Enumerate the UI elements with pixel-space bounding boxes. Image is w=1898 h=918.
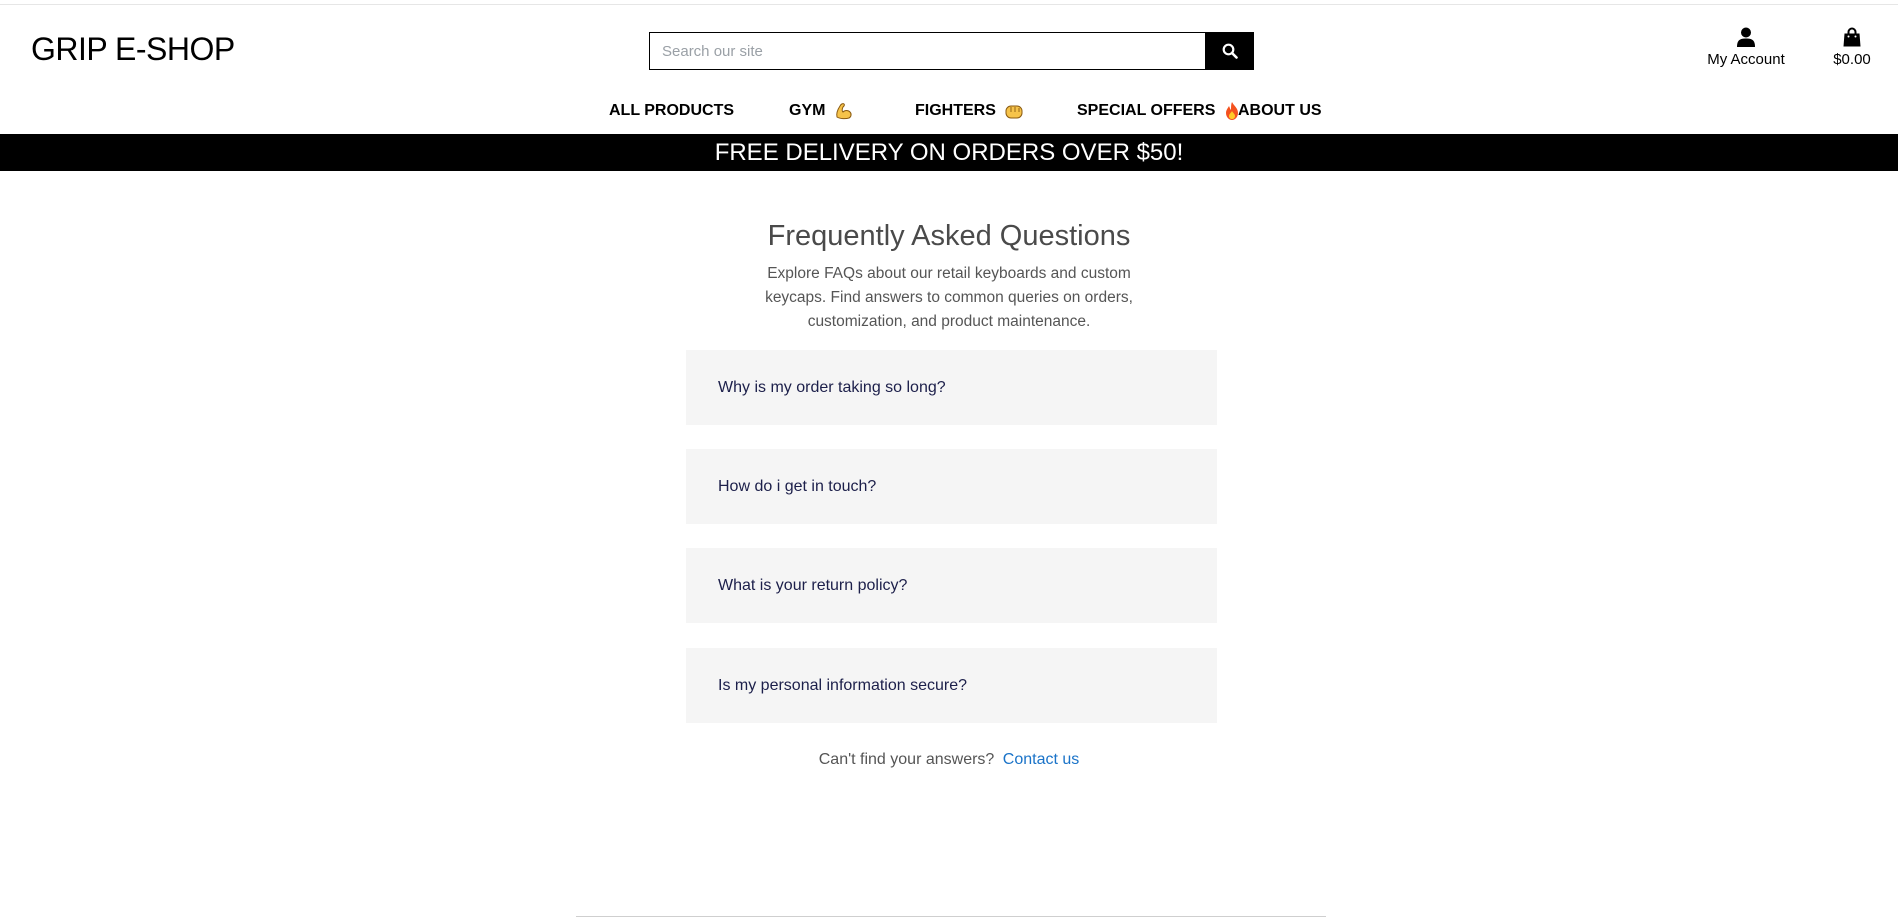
faq-item-order-time[interactable]: Why is my order taking so long?	[686, 350, 1217, 425]
nav-item-about-us[interactable]: ABOUT US	[1238, 96, 1322, 126]
faq-item-personal-info[interactable]: Is my personal information secure?	[686, 648, 1217, 723]
site-logo[interactable]: GRIP E-SHOP	[31, 29, 235, 69]
faq-question: What is your return policy?	[718, 576, 908, 594]
my-account-link[interactable]: My Account	[1696, 27, 1796, 69]
nav-item-special-offers[interactable]: SPECIAL OFFERS	[1077, 96, 1240, 126]
contact-us-link[interactable]: Contact us	[1003, 751, 1079, 768]
user-icon	[1737, 27, 1755, 47]
nav-item-label: FIGHTERS	[915, 102, 996, 119]
faq-item-return-policy[interactable]: What is your return policy?	[686, 548, 1217, 623]
search-button[interactable]	[1205, 32, 1254, 70]
nav-item-gym[interactable]: GYM	[789, 96, 854, 126]
contact-prompt-line: Can't find your answers? Contact us	[0, 749, 1898, 771]
oncoming-fist-icon	[1005, 105, 1023, 119]
nav-item-label: SPECIAL OFFERS	[1077, 102, 1216, 119]
faq-question: How do i get in touch?	[718, 477, 877, 495]
faq-question: Is my personal information secure?	[718, 676, 967, 694]
free-delivery-banner: FREE DELIVERY ON ORDERS OVER $50!	[0, 134, 1898, 171]
shopping-bag-icon	[1843, 27, 1861, 47]
nav-item-label: ABOUT US	[1238, 102, 1322, 119]
page-title: Frequently Asked Questions	[767, 220, 1131, 252]
cart-total: $0.00	[1833, 51, 1871, 68]
footer-divider	[576, 916, 1326, 917]
site-header: GRIP E-SHOP My Account $0.00 ALL PRODUCT…	[0, 5, 1898, 134]
search-icon	[1222, 43, 1238, 59]
flexed-biceps-icon	[836, 102, 852, 119]
nav-item-label: GYM	[789, 102, 826, 119]
nav-item-all-products[interactable]: ALL PRODUCTS	[609, 96, 734, 126]
nav-item-label: ALL PRODUCTS	[609, 102, 735, 119]
contact-prompt: Can't find your answers?	[818, 751, 995, 768]
nav-item-fighters[interactable]: FIGHTERS	[915, 96, 1024, 126]
main-nav: ALL PRODUCTS GYM FIGHTERS SPECIAL OFFERS	[0, 96, 1898, 126]
faq-question: Why is my order taking so long?	[718, 378, 946, 396]
faq-intro: Explore FAQs about our retail keyboards …	[765, 265, 1133, 330]
my-account-label: My Account	[1707, 51, 1785, 68]
search-bar	[649, 32, 1254, 70]
search-input[interactable]	[649, 32, 1205, 70]
cart-link[interactable]: $0.00	[1822, 27, 1882, 69]
faq-item-get-in-touch[interactable]: How do i get in touch?	[686, 449, 1217, 524]
